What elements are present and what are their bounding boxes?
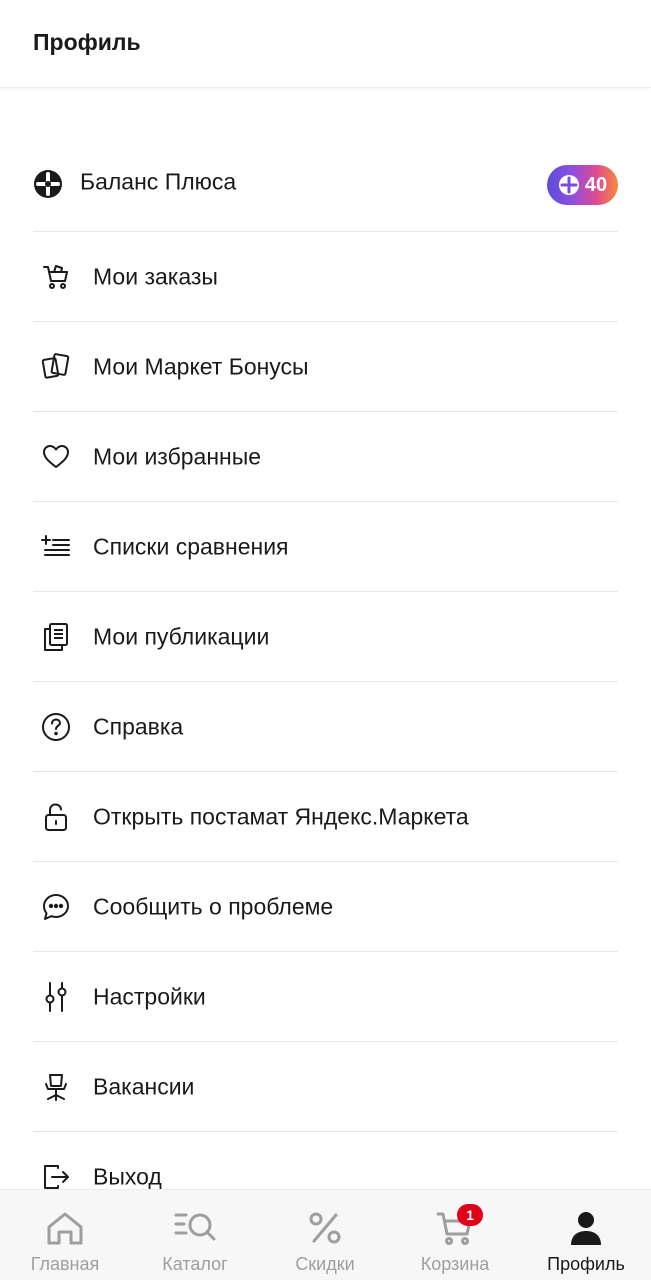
menu-item-label: Настройки (93, 983, 206, 1010)
home-icon (43, 1208, 87, 1248)
menu-item-help[interactable]: Справка (0, 682, 651, 772)
profile-menu: Баланс Плюса 40 Мои заказы Мои Маркет Бо… (0, 137, 651, 1222)
tab-discounts[interactable]: Скидки (260, 1190, 390, 1280)
compare-list-icon (38, 529, 74, 565)
menu-item-orders[interactable]: Мои заказы (0, 232, 651, 322)
tab-label: Профиль (547, 1254, 625, 1274)
cart-orders-icon (38, 259, 74, 295)
menu-item-favorites[interactable]: Мои избранные (0, 412, 651, 502)
menu-item-plus-balance[interactable]: Баланс Плюса 40 (0, 137, 651, 232)
menu-item-compare[interactable]: Списки сравнения (0, 502, 651, 592)
menu-item-label: Мои заказы (93, 263, 218, 290)
heart-icon (38, 439, 74, 475)
settings-sliders-icon (38, 979, 74, 1015)
menu-item-bonuses[interactable]: Мои Маркет Бонусы (0, 322, 651, 412)
help-icon (38, 709, 74, 745)
tab-home[interactable]: Главная (0, 1190, 130, 1280)
bottom-tab-bar: Главная Каталог Скидки 1 Корзина Профиль (0, 1189, 651, 1280)
plus-points-icon (30, 166, 66, 202)
tab-label: Каталог (162, 1254, 228, 1274)
profile-icon (564, 1208, 608, 1248)
chat-icon (38, 889, 74, 925)
bonus-cards-icon (38, 349, 74, 385)
catalog-search-icon (173, 1208, 217, 1248)
unlock-icon (38, 799, 74, 835)
tab-label: Скидки (295, 1254, 355, 1274)
menu-item-label: Сообщить о проблеме (93, 893, 334, 920)
cart-count-badge: 1 (457, 1204, 483, 1226)
menu-item-label: Мои избранные (93, 443, 262, 470)
tab-cart[interactable]: 1 Корзина (390, 1190, 520, 1280)
plus-balance-value: 40 (584, 173, 608, 196)
menu-item-vacancies[interactable]: Вакансии (0, 1042, 651, 1132)
menu-item-label: Выход (93, 1163, 162, 1190)
office-chair-icon (38, 1069, 74, 1105)
plus-balance-badge: 40 (547, 165, 618, 205)
page-title: Профиль (33, 29, 141, 55)
plus-badge-icon (558, 175, 579, 195)
tab-label: Главная (30, 1254, 100, 1274)
menu-item-settings[interactable]: Настройки (0, 952, 651, 1042)
menu-item-label: Справка (93, 713, 184, 740)
header: Профиль (0, 0, 651, 88)
tab-profile[interactable]: Профиль (521, 1190, 651, 1280)
menu-item-parcel-locker[interactable]: Открыть постамат Яндекс.Маркета (0, 772, 651, 862)
menu-item-label: Списки сравнения (93, 533, 289, 560)
cart-icon: 1 (433, 1204, 483, 1248)
publications-icon (38, 619, 74, 655)
menu-item-report-problem[interactable]: Сообщить о проблеме (0, 862, 651, 952)
menu-item-label: Открыть постамат Яндекс.Маркета (93, 803, 469, 830)
menu-item-label: Вакансии (93, 1073, 195, 1100)
tab-label: Корзина (420, 1254, 490, 1274)
percent-icon (303, 1208, 347, 1248)
menu-item-label: Мои Маркет Бонусы (93, 353, 309, 380)
plus-balance-label: Баланс Плюса (80, 168, 237, 195)
menu-item-publications[interactable]: Мои публикации (0, 592, 651, 682)
menu-item-label: Мои публикации (93, 623, 270, 650)
tab-catalog[interactable]: Каталог (130, 1190, 260, 1280)
